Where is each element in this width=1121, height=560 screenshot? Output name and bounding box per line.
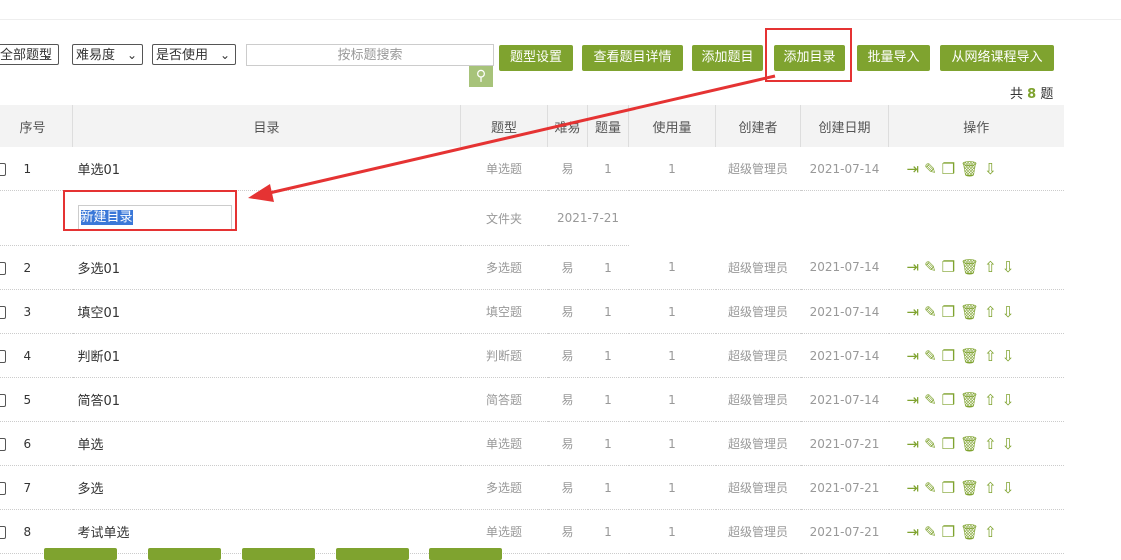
bottom-button[interactable] [336, 548, 409, 560]
bottom-button[interactable] [429, 548, 502, 560]
annotation-arrow [248, 74, 776, 202]
bottom-button[interactable] [242, 548, 315, 560]
bottom-button[interactable] [44, 548, 117, 560]
bottom-button[interactable] [148, 548, 221, 560]
